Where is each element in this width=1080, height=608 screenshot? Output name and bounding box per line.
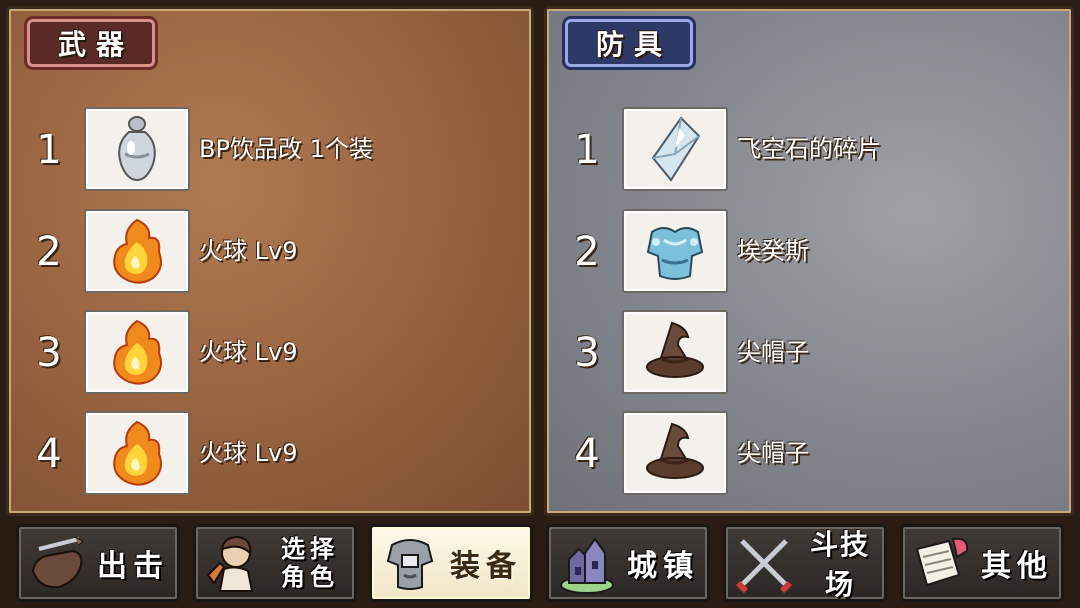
fireball-icon bbox=[113, 420, 162, 486]
slot-icon-box[interactable] bbox=[84, 209, 190, 293]
armor-slot-4[interactable]: 4 尖帽子 bbox=[567, 411, 1057, 495]
armor-slot-1[interactable]: 1 飞空石的碎片 bbox=[567, 107, 1057, 191]
equipment-icon bbox=[386, 539, 434, 590]
nav-attack-button[interactable]: 出击 bbox=[16, 524, 180, 602]
weapon-panel: 武器 1 BP饮品改 1个装 2 火球 Lv9 3 火球 Lv9 4 火球 Lv… bbox=[6, 6, 534, 516]
slot-number: 3 bbox=[36, 330, 62, 376]
slot-number: 4 bbox=[36, 431, 62, 477]
weapon-name: BP饮品改 1个装 bbox=[199, 135, 373, 163]
nav-arena-label: 斗技场 bbox=[809, 528, 870, 601]
nav-arena-button[interactable]: 斗技场 bbox=[723, 524, 887, 602]
arena-icon bbox=[735, 539, 793, 594]
slot-number: 1 bbox=[574, 127, 600, 173]
nav-select-character-button[interactable]: 选择 角色 bbox=[193, 524, 357, 602]
weapon-name: 火球 Lv9 bbox=[199, 439, 298, 467]
nav-other-button[interactable]: 其他 bbox=[900, 524, 1064, 602]
character-icon bbox=[206, 535, 254, 592]
slot-number: 4 bbox=[574, 431, 600, 477]
slot-icon-box[interactable] bbox=[84, 310, 190, 394]
fireball-icon bbox=[113, 218, 162, 284]
slot-number: 2 bbox=[574, 229, 600, 275]
town-icon bbox=[560, 537, 614, 594]
armor-slot-3[interactable]: 3 尖帽子 bbox=[567, 310, 1057, 394]
nav-equipment-button[interactable]: 装备 bbox=[369, 524, 533, 602]
armor-name: 飞空石的碎片 bbox=[737, 135, 881, 163]
crystal-shard-icon bbox=[651, 116, 701, 182]
slot-icon-box[interactable] bbox=[84, 411, 190, 495]
weapon-slot-4[interactable]: 4 火球 Lv9 bbox=[29, 411, 519, 495]
slot-number: 1 bbox=[36, 127, 62, 173]
slot-icon-box[interactable] bbox=[622, 411, 728, 495]
weapon-slot-1[interactable]: 1 BP饮品改 1个装 bbox=[29, 107, 519, 191]
potion-icon bbox=[118, 116, 156, 182]
pointed-hat-icon bbox=[646, 422, 704, 479]
pointed-hat-icon bbox=[646, 321, 704, 378]
armor-tab-label: 防具 bbox=[565, 19, 693, 67]
attack-icon bbox=[31, 536, 84, 589]
slot-icon-box[interactable] bbox=[622, 107, 728, 191]
nav-other-label: 其他 bbox=[981, 549, 1053, 584]
armor-name: 尖帽子 bbox=[737, 439, 809, 467]
slot-number: 2 bbox=[36, 229, 62, 275]
weapon-name: 火球 Lv9 bbox=[199, 338, 298, 366]
weapon-tab-label: 武器 bbox=[27, 19, 155, 67]
nav-attack-label: 出击 bbox=[97, 549, 169, 584]
armor-slot-2[interactable]: 2 埃癸斯 bbox=[567, 209, 1057, 293]
nav-town-label: 城镇 bbox=[627, 549, 699, 584]
nav-equipment-label: 装备 bbox=[450, 549, 522, 584]
fireball-icon bbox=[113, 319, 162, 385]
armor-name: 尖帽子 bbox=[737, 338, 809, 366]
armor-name: 埃癸斯 bbox=[737, 237, 809, 265]
slot-icon-box[interactable] bbox=[84, 107, 190, 191]
slot-icon-box[interactable] bbox=[622, 209, 728, 293]
scroll-icon bbox=[915, 537, 969, 587]
nav-select-character-label: 选择 角色 bbox=[281, 535, 339, 591]
slot-number: 3 bbox=[574, 330, 600, 376]
armor-icon bbox=[646, 227, 704, 280]
weapon-slot-2[interactable]: 2 火球 Lv9 bbox=[29, 209, 519, 293]
weapon-name: 火球 Lv9 bbox=[199, 237, 298, 265]
nav-town-button[interactable]: 城镇 bbox=[546, 524, 710, 602]
slot-icon-box[interactable] bbox=[622, 310, 728, 394]
weapon-slot-3[interactable]: 3 火球 Lv9 bbox=[29, 310, 519, 394]
armor-panel: 防具 1 飞空石的碎片 2 埃癸斯 3 尖帽子 4 尖帽子 bbox=[544, 6, 1074, 516]
